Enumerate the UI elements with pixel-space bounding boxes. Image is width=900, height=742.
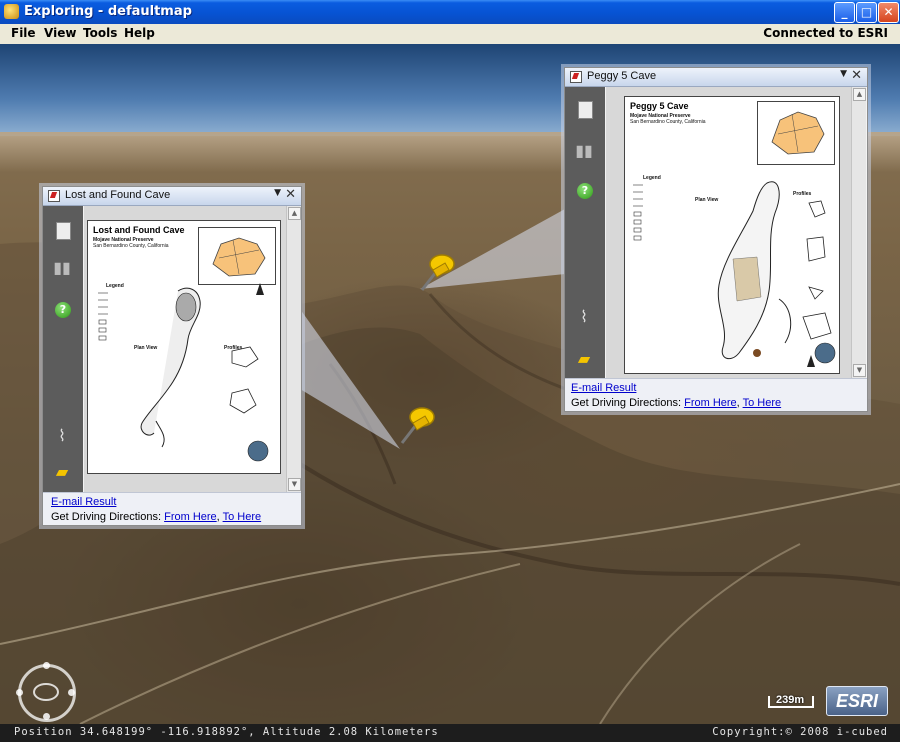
to-here-link[interactable]: To Here xyxy=(223,511,262,523)
menu-help[interactable]: Help xyxy=(124,26,155,40)
position-readout: Position 34.648199° -116.918892°, Altitu… xyxy=(14,726,439,738)
doc-subtitle: San Bernardino County, California xyxy=(630,119,706,125)
help-icon[interactable]: ? xyxy=(55,302,71,318)
from-here-link[interactable]: From Here xyxy=(164,511,217,523)
legend-label: Legend xyxy=(106,283,124,289)
app-icon xyxy=(4,4,19,19)
doc-title: Lost and Found Cave xyxy=(93,225,185,235)
to-here-link[interactable]: To Here xyxy=(743,397,782,409)
popup-header: Lost and Found Cave ▼ ✕ xyxy=(43,187,301,206)
menu-bar: File View Tools Help Connected to ESRI xyxy=(0,24,900,45)
legend-label: Legend xyxy=(643,175,661,181)
close-icon[interactable]: ✕ xyxy=(285,187,296,202)
popup-peggy-5-cave: Peggy 5 Cave ▼ ✕ ▮▮ ? ⌇ ▰ Peggy 5 Cave M… xyxy=(564,67,868,412)
vertical-scrollbar[interactable]: ▲ ▼ xyxy=(286,206,301,492)
menu-view[interactable]: View xyxy=(44,26,76,40)
popup-icon xyxy=(570,71,582,83)
paperclip-icon[interactable]: ⌇ xyxy=(574,307,594,327)
popup-header: Peggy 5 Cave ▼ ✕ xyxy=(565,68,867,87)
scale-bar xyxy=(768,696,814,708)
document-icon[interactable] xyxy=(578,101,593,119)
cave-map-document: Lost and Found Cave Mojave National Pres… xyxy=(87,220,281,474)
driving-directions-label: Get Driving Directions: xyxy=(51,511,162,523)
connection-status: Connected to ESRI xyxy=(763,26,888,40)
chevron-down-icon[interactable]: ▼ xyxy=(840,69,847,79)
cave-map-document: Peggy 5 Cave Mojave National Preserve Sa… xyxy=(624,96,840,374)
close-icon[interactable]: ✕ xyxy=(851,68,862,83)
chat-icon[interactable]: ▰ xyxy=(574,349,594,369)
menu-tools[interactable]: Tools xyxy=(83,26,117,40)
email-result-link[interactable]: E-mail Result xyxy=(571,382,636,394)
paperclip-icon[interactable]: ⌇ xyxy=(52,426,72,446)
popup-toolbar: ▮▮ ? ⌇ ▰ xyxy=(43,206,83,492)
popup-lost-and-found-cave: Lost and Found Cave ▼ ✕ ▮▮ ? ⌇ ▰ Lost an… xyxy=(42,186,302,526)
copyright-text: Copyright:© 2008 i-cubed xyxy=(712,726,888,738)
help-icon[interactable]: ? xyxy=(577,183,593,199)
menu-file[interactable]: File xyxy=(11,26,36,40)
locator-map xyxy=(198,227,276,285)
scroll-up-arrow[interactable]: ▲ xyxy=(288,207,301,220)
doc-title: Peggy 5 Cave xyxy=(630,101,689,111)
chevron-down-icon[interactable]: ▼ xyxy=(274,188,281,198)
minimize-button[interactable]: _ xyxy=(834,2,855,23)
cave-plan-drawing xyxy=(717,181,836,367)
driving-directions-label: Get Driving Directions: xyxy=(571,397,682,409)
locator-map xyxy=(757,101,835,165)
doc-subtitle: San Bernardino County, California xyxy=(93,243,169,249)
document-viewer[interactable]: Peggy 5 Cave Mojave National Preserve Sa… xyxy=(606,87,851,378)
esri-logo: ESRI xyxy=(826,686,888,716)
window-title: Exploring - defaultmap xyxy=(24,4,192,19)
chat-icon[interactable]: ▰ xyxy=(52,462,72,482)
cave-plan-drawing xyxy=(140,283,269,462)
document-icon[interactable] xyxy=(56,222,71,240)
popup-icon xyxy=(48,190,60,202)
email-result-link[interactable]: E-mail Result xyxy=(51,496,116,508)
vertical-scrollbar[interactable]: ▲ ▼ xyxy=(851,87,866,378)
scroll-up-arrow[interactable]: ▲ xyxy=(853,88,866,101)
pushpin-icon[interactable] xyxy=(416,246,460,294)
popup-title: Lost and Found Cave xyxy=(65,189,171,201)
maximize-button[interactable]: □ xyxy=(856,2,877,23)
from-here-link[interactable]: From Here xyxy=(684,397,737,409)
binoculars-icon[interactable]: ▮▮ xyxy=(574,141,594,161)
document-viewer[interactable]: Lost and Found Cave Mojave National Pres… xyxy=(84,206,286,492)
popup-toolbar: ▮▮ ? ⌇ ▰ xyxy=(565,87,605,378)
navigation-ring-icon[interactable] xyxy=(16,662,76,722)
pushpin-icon[interactable] xyxy=(396,399,440,447)
popup-footer: E-mail Result Get Driving Directions: Fr… xyxy=(565,378,867,411)
binoculars-icon[interactable]: ▮▮ xyxy=(52,258,72,278)
scroll-down-arrow[interactable]: ▼ xyxy=(853,364,866,377)
scroll-down-arrow[interactable]: ▼ xyxy=(288,478,301,491)
window-titlebar: Exploring - defaultmap _ □ ✕ xyxy=(0,0,900,24)
popup-footer: E-mail Result Get Driving Directions: Fr… xyxy=(43,492,301,525)
status-bar: Position 34.648199° -116.918892°, Altitu… xyxy=(0,724,900,742)
close-button[interactable]: ✕ xyxy=(878,2,899,23)
popup-title: Peggy 5 Cave xyxy=(587,70,657,82)
